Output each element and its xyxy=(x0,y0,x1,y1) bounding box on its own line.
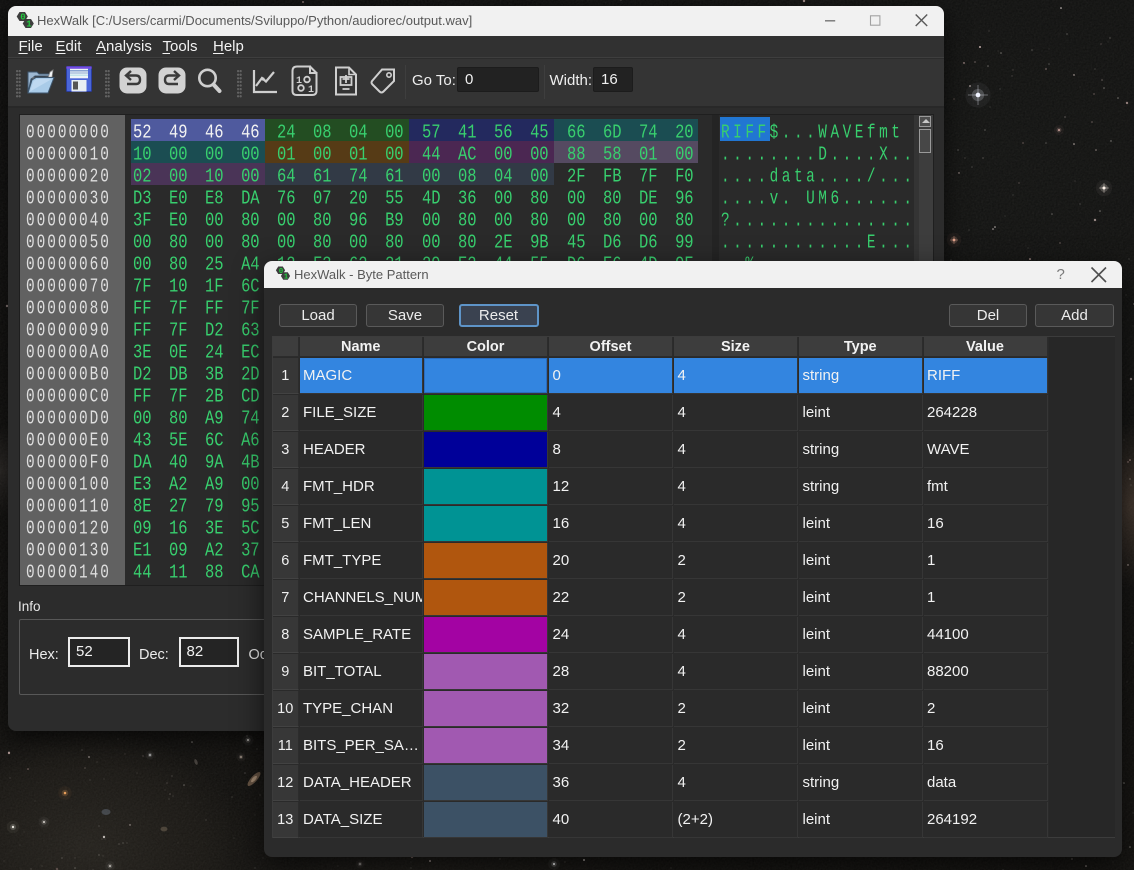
svg-text:1: 1 xyxy=(284,273,289,281)
svg-text:1: 1 xyxy=(26,19,32,29)
svg-text:1: 1 xyxy=(308,85,314,96)
